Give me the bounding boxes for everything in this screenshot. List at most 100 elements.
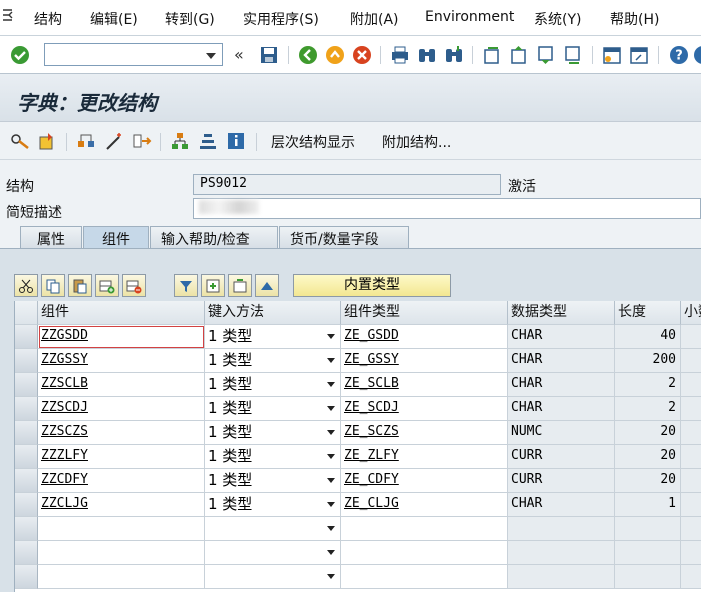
typing-method-cell[interactable]: 1 类型 — [205, 349, 341, 373]
typing-method-cell[interactable]: 1 类型 — [205, 445, 341, 469]
column-header-component-type[interactable]: 组件类型 — [341, 301, 508, 325]
row-selector[interactable] — [15, 493, 38, 517]
typing-method-cell[interactable]: 1 类型 — [205, 421, 341, 445]
table-row[interactable] — [15, 541, 701, 565]
component-name-cell[interactable]: ZZSCZS — [38, 421, 205, 445]
copy-row-button[interactable] — [41, 274, 65, 297]
table-row[interactable] — [15, 517, 701, 541]
row-selector[interactable] — [15, 349, 38, 373]
row-selector[interactable] — [15, 373, 38, 397]
shortcut-icon[interactable] — [628, 44, 650, 66]
table-row[interactable]: ZZCLJG 1 类型 ZE_CLJG CHAR 1 — [15, 493, 701, 517]
component-name-cell[interactable] — [38, 565, 205, 589]
activate-icon[interactable] — [38, 131, 58, 151]
component-name-cell[interactable]: ZZGSSY — [38, 349, 205, 373]
component-name-cell[interactable]: ZZSCDJ — [38, 397, 205, 421]
component-name-cell[interactable]: ZZCDFY — [38, 469, 205, 493]
expand-button[interactable] — [255, 274, 279, 297]
chevron-down-icon[interactable] — [206, 53, 216, 59]
magic-wand-icon[interactable] — [104, 131, 124, 151]
tab-components[interactable]: 组件 — [83, 226, 149, 248]
table-row[interactable]: ZZSCLB 1 类型 ZE_SCLB CHAR 2 — [15, 373, 701, 397]
menu-environment[interactable]: Environment — [425, 9, 514, 25]
typing-method-cell[interactable]: 1 类型 — [205, 373, 341, 397]
component-type-cell[interactable]: ZE_SCZS — [341, 421, 508, 445]
filter-button[interactable] — [174, 274, 198, 297]
hierarchy-display-button[interactable]: 层次结构显示 — [271, 132, 355, 152]
column-header-component[interactable]: 组件 — [38, 301, 205, 325]
table-row[interactable]: ZZSCDJ 1 类型 ZE_SCDJ CHAR 2 — [15, 397, 701, 421]
menu-extras[interactable]: 附加(A) — [350, 9, 399, 29]
display-change-icon[interactable] — [10, 131, 30, 151]
chevron-down-icon[interactable] — [327, 574, 335, 579]
column-header-decimals[interactable]: 小数 — [681, 301, 701, 325]
chevron-down-icon[interactable] — [327, 454, 335, 459]
cut-row-button[interactable] — [14, 274, 38, 297]
typing-method-cell[interactable] — [205, 517, 341, 541]
component-type-cell[interactable]: ZE_GSSY — [341, 349, 508, 373]
exit-icon[interactable] — [324, 44, 346, 66]
row-selector[interactable] — [15, 397, 38, 421]
next-page-icon[interactable] — [535, 44, 557, 66]
table-row[interactable]: ZZZLFY 1 类型 ZE_ZLFY CURR 20 — [15, 445, 701, 469]
menu-structure[interactable]: 结构 — [34, 9, 62, 29]
chevron-down-icon[interactable] — [327, 430, 335, 435]
builtin-type-button[interactable]: 内置类型 — [293, 274, 451, 297]
append-button[interactable] — [228, 274, 252, 297]
check-icon[interactable] — [9, 44, 31, 66]
chevron-down-icon[interactable] — [327, 478, 335, 483]
first-page-icon[interactable] — [481, 44, 503, 66]
column-header-length[interactable]: 长度 — [615, 301, 681, 325]
row-selector[interactable] — [15, 565, 38, 589]
row-selector[interactable] — [15, 325, 38, 349]
select-all-cell[interactable] — [15, 301, 38, 325]
find-icon[interactable] — [416, 44, 438, 66]
info-icon[interactable] — [226, 131, 246, 151]
component-type-cell[interactable]: ZE_GSDD — [341, 325, 508, 349]
typing-method-cell[interactable]: 1 类型 — [205, 493, 341, 517]
typing-method-cell[interactable]: 1 类型 — [205, 469, 341, 493]
column-header-method[interactable]: 键入方法 — [205, 301, 341, 325]
append-structure-button[interactable]: 附加结构... — [382, 132, 451, 152]
table-row[interactable]: ZZGSDD 1 类型 ZE_GSDD CHAR 40 — [15, 325, 701, 349]
component-name-cell[interactable]: ZZCLJG — [38, 493, 205, 517]
typing-method-cell[interactable]: 1 类型 — [205, 397, 341, 421]
component-name-cell[interactable]: ZZSCLB — [38, 373, 205, 397]
typing-method-cell[interactable]: 1 类型 — [205, 325, 341, 349]
typing-method-cell[interactable] — [205, 565, 341, 589]
table-row[interactable]: ZZSCZS 1 类型 ZE_SCZS NUMC 20 — [15, 421, 701, 445]
row-selector[interactable] — [15, 469, 38, 493]
table-row[interactable]: ZZCDFY 1 类型 ZE_CDFY CURR 20 — [15, 469, 701, 493]
table-row[interactable]: ZZGSSY 1 类型 ZE_GSSY CHAR 200 — [15, 349, 701, 373]
row-selector[interactable] — [15, 421, 38, 445]
table-row[interactable] — [15, 565, 701, 589]
row-selector[interactable] — [15, 517, 38, 541]
component-name-cell[interactable] — [38, 517, 205, 541]
print-icon[interactable] — [389, 44, 411, 66]
new-session-icon[interactable] — [601, 44, 623, 66]
component-type-cell[interactable]: ZE_ZLFY — [341, 445, 508, 469]
menu-help[interactable]: 帮助(H) — [610, 9, 659, 29]
tab-input-help[interactable]: 输入帮助/检查 — [150, 226, 278, 248]
chevron-down-icon[interactable] — [327, 526, 335, 531]
cancel-icon[interactable] — [351, 44, 373, 66]
tab-currency-fields[interactable]: 货币/数量字段 — [279, 226, 409, 248]
chevron-down-icon[interactable] — [327, 334, 335, 339]
menu-edit[interactable]: 编辑(E) — [90, 9, 138, 29]
technical-settings-icon[interactable] — [198, 131, 218, 151]
chevron-down-icon[interactable] — [327, 406, 335, 411]
menu-goto[interactable]: 转到(G) — [165, 9, 215, 29]
menu-system[interactable]: 系统(Y) — [534, 9, 581, 29]
insert-row-button[interactable] — [95, 274, 119, 297]
component-type-cell[interactable] — [341, 517, 508, 541]
row-selector[interactable] — [15, 541, 38, 565]
component-name-cell[interactable] — [38, 541, 205, 565]
system-menu-icon[interactable] — [2, 8, 14, 22]
component-type-cell[interactable]: ZE_SCLB — [341, 373, 508, 397]
component-type-cell[interactable]: ZE_CDFY — [341, 469, 508, 493]
tab-attributes[interactable]: 属性 — [20, 226, 82, 248]
chevron-down-icon[interactable] — [327, 502, 335, 507]
where-used-icon[interactable] — [76, 131, 96, 151]
save-icon[interactable] — [258, 44, 280, 66]
prev-page-icon[interactable] — [508, 44, 530, 66]
